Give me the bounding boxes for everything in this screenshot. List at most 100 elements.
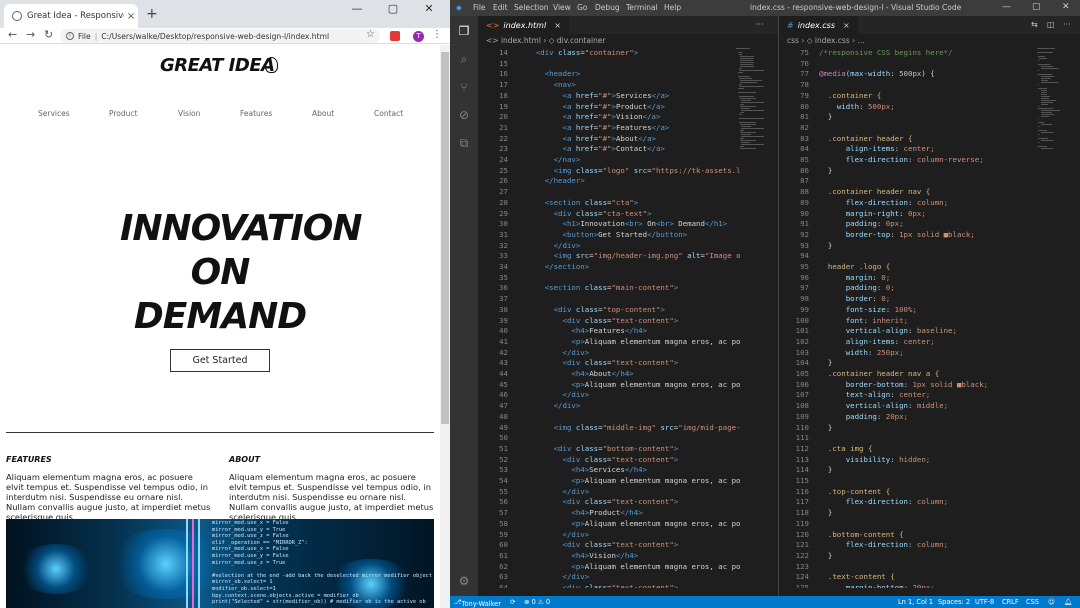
address-bar[interactable]: i File | C:/Users/walke/Desktop/responsi… <box>60 29 380 43</box>
html-code-line[interactable]: <section class="cta"> <box>518 198 638 209</box>
forward-icon[interactable]: → <box>26 28 35 41</box>
html-code-line[interactable]: <section class="main-content"> <box>518 283 679 294</box>
css-code-line[interactable]: border: 0; <box>819 294 891 305</box>
css-code-line[interactable]: } <box>819 112 832 123</box>
close-tab-icon[interactable]: × <box>124 11 138 22</box>
html-code-line[interactable]: <a href="#">Services</a> <box>518 91 670 102</box>
reload-icon[interactable]: ↻ <box>44 28 53 41</box>
css-code-line[interactable]: flex-direction: column; <box>819 497 948 508</box>
html-code-line[interactable]: <div class="text-content"> <box>518 455 679 466</box>
css-code-line[interactable]: text-align: center; <box>819 390 931 401</box>
html-code-line[interactable]: <div class="text-content"> <box>518 358 679 369</box>
css-code-line[interactable]: } <box>819 508 832 519</box>
bookmark-star-icon[interactable]: ☆ <box>366 29 375 40</box>
status-encoding[interactable]: UTF-8 <box>975 598 994 606</box>
new-tab-button[interactable]: + <box>146 6 158 22</box>
html-code-line[interactable]: <h4>Vision</h4> <box>518 551 638 562</box>
css-code-line[interactable]: align-items: center; <box>819 337 935 348</box>
html-code-line[interactable]: <h1>Innovation<br> On<br> Demand</h1> <box>518 219 728 230</box>
vscode-minimize-button[interactable]: — <box>1002 2 1011 12</box>
html-code-line[interactable]: <a href="#">Product</a> <box>518 102 665 113</box>
html-code-line[interactable]: <div class="text-content"> <box>518 497 679 508</box>
maximize-button[interactable]: ▢ <box>378 2 408 15</box>
html-code-line[interactable]: <div class="text-content"> <box>518 583 679 588</box>
close-tab-icon[interactable]: × <box>554 21 561 30</box>
css-code-line[interactable]: flex-direction: column; <box>819 198 948 209</box>
close-window-button[interactable]: ✕ <box>414 2 444 15</box>
get-started-button[interactable]: Get Started <box>170 349 270 372</box>
menu-go[interactable]: Go <box>577 3 587 12</box>
html-code-line[interactable]: <div class="container"> <box>518 48 638 59</box>
html-code-line[interactable]: <div class="top-content"> <box>518 305 665 316</box>
html-code-line[interactable]: <a href="#">Contact</a> <box>518 144 665 155</box>
css-code-line[interactable]: .cta img { <box>819 444 873 455</box>
css-code-line[interactable]: } <box>819 465 832 476</box>
site-nav-contact[interactable]: Contact <box>374 109 403 118</box>
css-code-line[interactable]: /*responsive CSS begins here*/ <box>819 48 953 59</box>
html-code-line[interactable]: </div> <box>518 348 590 359</box>
css-code-line[interactable]: .container { <box>819 91 881 102</box>
css-code-line[interactable]: } <box>819 358 832 369</box>
css-code-line[interactable]: border-top: 1px solid ■black; <box>819 230 975 241</box>
minimize-button[interactable]: — <box>342 2 372 15</box>
html-code-line[interactable]: <h4>Product</h4> <box>518 508 642 519</box>
html-code-line[interactable]: </nav> <box>518 155 581 166</box>
html-code-line[interactable]: <button>Get Started</button> <box>518 230 688 241</box>
html-code-line[interactable]: <nav> <box>518 80 576 91</box>
html-code-line[interactable]: <img class="logo" src="https://tk-assets… <box>518 166 741 177</box>
debug-icon[interactable]: ⊘ <box>457 108 471 122</box>
profile-avatar[interactable]: T <box>413 31 424 42</box>
status-user[interactable]: ⎇ Tony-Walker <box>454 598 501 608</box>
css-code-line[interactable]: width: 250px; <box>819 348 904 359</box>
split-editor-icon[interactable]: ◫ <box>1047 20 1055 29</box>
html-code-line[interactable]: <div class="bottom-content"> <box>518 444 679 455</box>
site-nav-product[interactable]: Product <box>109 109 137 118</box>
status-spaces[interactable]: Spaces: 2 <box>938 598 970 606</box>
html-code-line[interactable]: </section> <box>518 262 590 273</box>
explorer-icon[interactable]: ❐ <box>457 24 471 38</box>
vscode-maximize-button[interactable]: ▢ <box>1032 2 1041 12</box>
breadcrumb[interactable]: css › ◇ index.css › ... <box>787 36 865 45</box>
css-editor[interactable]: # index.css × ⇆ ◫ ··· css › ◇ index.css … <box>778 16 1080 596</box>
css-code-line[interactable]: } <box>819 423 832 434</box>
html-code-line[interactable]: <h4>Features</h4> <box>518 326 647 337</box>
css-code-line[interactable]: padding: 0px; <box>819 219 904 230</box>
css-code-line[interactable]: font-size: 100%; <box>819 305 917 316</box>
html-code-line[interactable]: <div class="text-content"> <box>518 316 679 327</box>
html-code-line[interactable]: <h4>Services</h4> <box>518 465 647 476</box>
compare-icon[interactable]: ⇆ <box>1031 20 1038 29</box>
html-code-line[interactable]: <h4>About</h4> <box>518 369 633 380</box>
browser-tab[interactable]: Great Idea - Responsive I × <box>4 4 138 28</box>
css-code-line[interactable]: margin-bottom: 20px; <box>819 583 935 588</box>
site-nav-features[interactable]: Features <box>240 109 272 118</box>
html-code-line[interactable]: <img src="img/header-img.png" alt="Image… <box>518 251 741 262</box>
status-position[interactable]: Ln 1, Col 1 <box>898 598 933 606</box>
css-code-line[interactable]: margin: 0; <box>819 273 891 284</box>
css-code-line[interactable]: flex-direction: column-reverse; <box>819 155 984 166</box>
html-code-line[interactable]: </div> <box>518 487 590 498</box>
menu-selection[interactable]: Selection <box>514 3 549 12</box>
css-code-line[interactable]: .container header { <box>819 134 913 145</box>
css-code-line[interactable]: .container header nav a { <box>819 369 939 380</box>
html-editor[interactable]: <> index.html × ··· <> index.html › ◇ di… <box>478 16 778 596</box>
more-actions-icon[interactable]: ··· <box>1063 20 1071 29</box>
breadcrumb[interactable]: <> index.html › ◇ div.container <box>486 36 605 45</box>
html-code-line[interactable]: </div> <box>518 530 590 541</box>
html-code-line[interactable]: </div> <box>518 401 581 412</box>
css-code-line[interactable]: .bottom-content { <box>819 530 904 541</box>
minimap[interactable] <box>734 48 774 588</box>
css-code-line[interactable]: width: 500px; <box>819 102 895 113</box>
html-code-area[interactable]: 14 <div class="container"> 15 16 <header> 1… <box>478 48 778 588</box>
css-code-line[interactable]: } <box>819 551 832 562</box>
menu-debug[interactable]: Debug <box>595 3 620 12</box>
notifications-icon[interactable]: 🔔︎ <box>1064 598 1072 606</box>
status-language[interactable]: CSS <box>1026 598 1039 606</box>
css-code-line[interactable]: align-items: center; <box>819 144 935 155</box>
html-code-line[interactable]: <div class="text-content"> <box>518 540 679 551</box>
html-code-line[interactable]: <p>Aliquam elementum magna eros, ac po <box>518 380 740 391</box>
menu-file[interactable]: File <box>473 3 486 12</box>
tab-index-css[interactable]: # index.css × <box>779 16 858 34</box>
css-code-line[interactable]: .top-content { <box>819 487 890 498</box>
css-code-line[interactable]: visibility: hidden; <box>819 455 931 466</box>
css-code-line[interactable]: font: inherit; <box>819 316 908 327</box>
